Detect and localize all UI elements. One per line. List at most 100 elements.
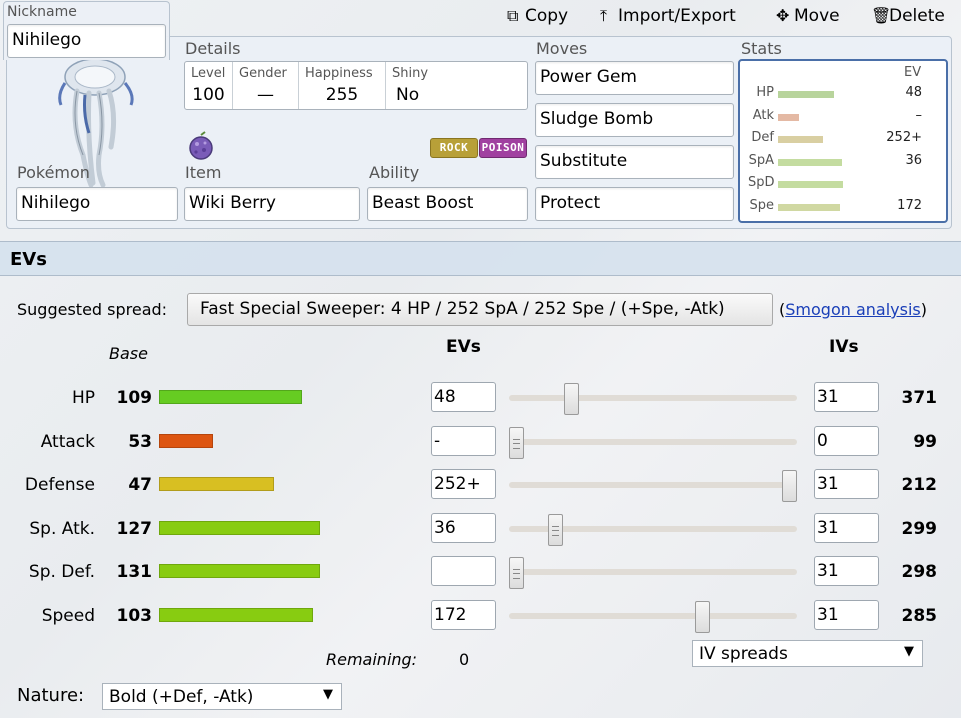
stats-summary-box[interactable]: EV HP 48 Atk – Def 252+ SpA 36 SpD Spe 172	[738, 59, 948, 223]
remaining-value: 0	[459, 650, 470, 669]
base-stat-value: 53	[128, 432, 152, 452]
smogon-analysis: (Smogon analysis)	[779, 300, 927, 319]
base-stat-bar	[159, 608, 313, 622]
stat-summary-bar	[778, 136, 823, 143]
iv-input[interactable]: 0	[814, 426, 879, 456]
copy-icon: ⧉	[507, 6, 519, 25]
stat-summary-row: SpA 36	[740, 151, 946, 173]
iv-input[interactable]: 31	[814, 556, 879, 586]
ev-slider-handle[interactable]	[695, 601, 710, 633]
ev-slider-handle[interactable]	[548, 514, 563, 546]
stat-summary-row: SpD	[740, 173, 946, 195]
import-export-button[interactable]: ⤒ Import/Export	[600, 6, 736, 26]
ev-input[interactable]	[431, 556, 496, 586]
stat-total: 285	[901, 606, 938, 626]
nature-select[interactable]: Bold (+Def, -Atk) ▼	[102, 683, 342, 710]
suggested-spread-label: Suggested spread:	[17, 300, 168, 319]
smogon-analysis-link[interactable]: Smogon analysis	[785, 300, 920, 319]
gender-value: —	[257, 85, 274, 105]
delete-button[interactable]: 🗑Delete	[871, 6, 945, 26]
delete-label: Delete	[889, 6, 945, 26]
move-input-3[interactable]: Substitute	[535, 145, 734, 179]
base-header: Base	[109, 344, 148, 363]
trash-icon: 🗑	[871, 6, 892, 25]
happiness-cell[interactable]: Happiness 255	[299, 62, 386, 109]
stat-name: HP	[71, 388, 95, 408]
level-cell[interactable]: Level 100	[185, 62, 233, 109]
iv-input[interactable]: 31	[814, 382, 879, 412]
ev-input[interactable]: -	[431, 426, 496, 456]
move-button[interactable]: ✥ Move	[776, 6, 840, 26]
upload-icon: ⤒	[600, 6, 608, 25]
shiny-value: No	[396, 85, 420, 105]
stat-summary-bar	[778, 91, 834, 98]
copy-label: Copy	[525, 6, 569, 26]
ev-slider-track[interactable]	[509, 439, 797, 445]
ev-slider-handle[interactable]	[782, 470, 797, 502]
iv-input[interactable]: 31	[814, 469, 879, 499]
ev-slider-handle[interactable]	[564, 383, 579, 415]
ev-input[interactable]: 172	[431, 600, 496, 630]
type-badge-poison: POISON	[479, 138, 527, 158]
move-input-4[interactable]: Protect	[535, 187, 734, 221]
type-badge-rock: ROCK	[430, 138, 478, 158]
ev-slider-track[interactable]	[509, 395, 797, 401]
ev-slider-track[interactable]	[509, 569, 797, 575]
stat-summary-row: Spe 172	[740, 196, 946, 218]
stat-summary-ev: –	[915, 107, 923, 123]
level-label: Level	[191, 66, 226, 81]
stats-ev-header: EV	[904, 65, 922, 80]
base-stat-bar	[159, 521, 320, 535]
nature-label: Nature:	[17, 685, 85, 706]
iv-input[interactable]: 31	[814, 513, 879, 543]
base-stat-value: 109	[116, 388, 153, 408]
stat-summary-ev: 36	[905, 152, 922, 168]
stat-total: 212	[901, 475, 938, 495]
stat-total: 299	[901, 519, 938, 539]
iv-spreads-value: IV spreads	[699, 644, 788, 664]
base-stat-value: 47	[128, 475, 152, 495]
import-export-label: Import/Export	[618, 6, 736, 26]
base-stat-bar	[159, 434, 213, 448]
ev-input[interactable]: 48	[431, 382, 496, 412]
stat-name: Sp. Atk.	[29, 519, 95, 539]
dropdown-arrow-icon: ▼	[323, 687, 333, 702]
nickname-label: Nickname	[7, 4, 77, 20]
nickname-input[interactable]: Nihilego	[7, 24, 166, 58]
ev-slider-handle[interactable]	[509, 427, 524, 459]
ability-input[interactable]: Beast Boost	[367, 187, 528, 221]
set-panel: Details Level 100 Gender — Happiness 255…	[6, 36, 952, 229]
suggested-spread-button[interactable]: Fast Special Sweeper: 4 HP / 252 SpA / 2…	[187, 293, 773, 326]
ev-slider-handle[interactable]	[509, 557, 524, 589]
iv-input[interactable]: 31	[814, 600, 879, 630]
item-input[interactable]: Wiki Berry	[184, 187, 360, 221]
stat-summary-bar	[778, 158, 842, 166]
ev-input[interactable]: 252+	[431, 469, 496, 499]
nickname-tab: Nickname Nihilego	[3, 1, 170, 60]
iv-spreads-select[interactable]: IV spreads ▼	[692, 640, 923, 667]
details-box[interactable]: Level 100 Gender — Happiness 255 Shiny N…	[184, 61, 528, 110]
move-input-2[interactable]: Sludge Bomb	[535, 103, 734, 137]
stat-summary-row: Atk –	[740, 106, 946, 128]
stat-summary-name: Spe	[749, 197, 774, 213]
stat-summary-bar	[778, 203, 840, 211]
happiness-value: 255	[325, 85, 359, 105]
gender-cell[interactable]: Gender —	[233, 62, 299, 109]
evs-header: EVs	[446, 337, 481, 357]
stat-total: 298	[901, 562, 938, 582]
base-stat-value: 127	[116, 519, 153, 539]
ev-slider-track[interactable]	[509, 482, 797, 488]
stat-name: Sp. Def.	[28, 562, 95, 582]
ivs-header: IVs	[829, 337, 859, 357]
move-input-1[interactable]: Power Gem	[535, 61, 734, 95]
shiny-cell[interactable]: Shiny No	[386, 62, 527, 109]
move-icon: ✥	[776, 6, 790, 25]
stat-total: 99	[913, 432, 937, 452]
stat-name: Defense	[24, 475, 95, 495]
copy-button[interactable]: ⧉ Copy	[507, 6, 568, 26]
ev-slider-track[interactable]	[509, 613, 797, 619]
stat-summary-bar	[778, 181, 843, 188]
stat-summary-ev: 48	[905, 85, 922, 100]
ev-input[interactable]: 36	[431, 513, 496, 543]
pokemon-input[interactable]: Nihilego	[16, 187, 178, 221]
